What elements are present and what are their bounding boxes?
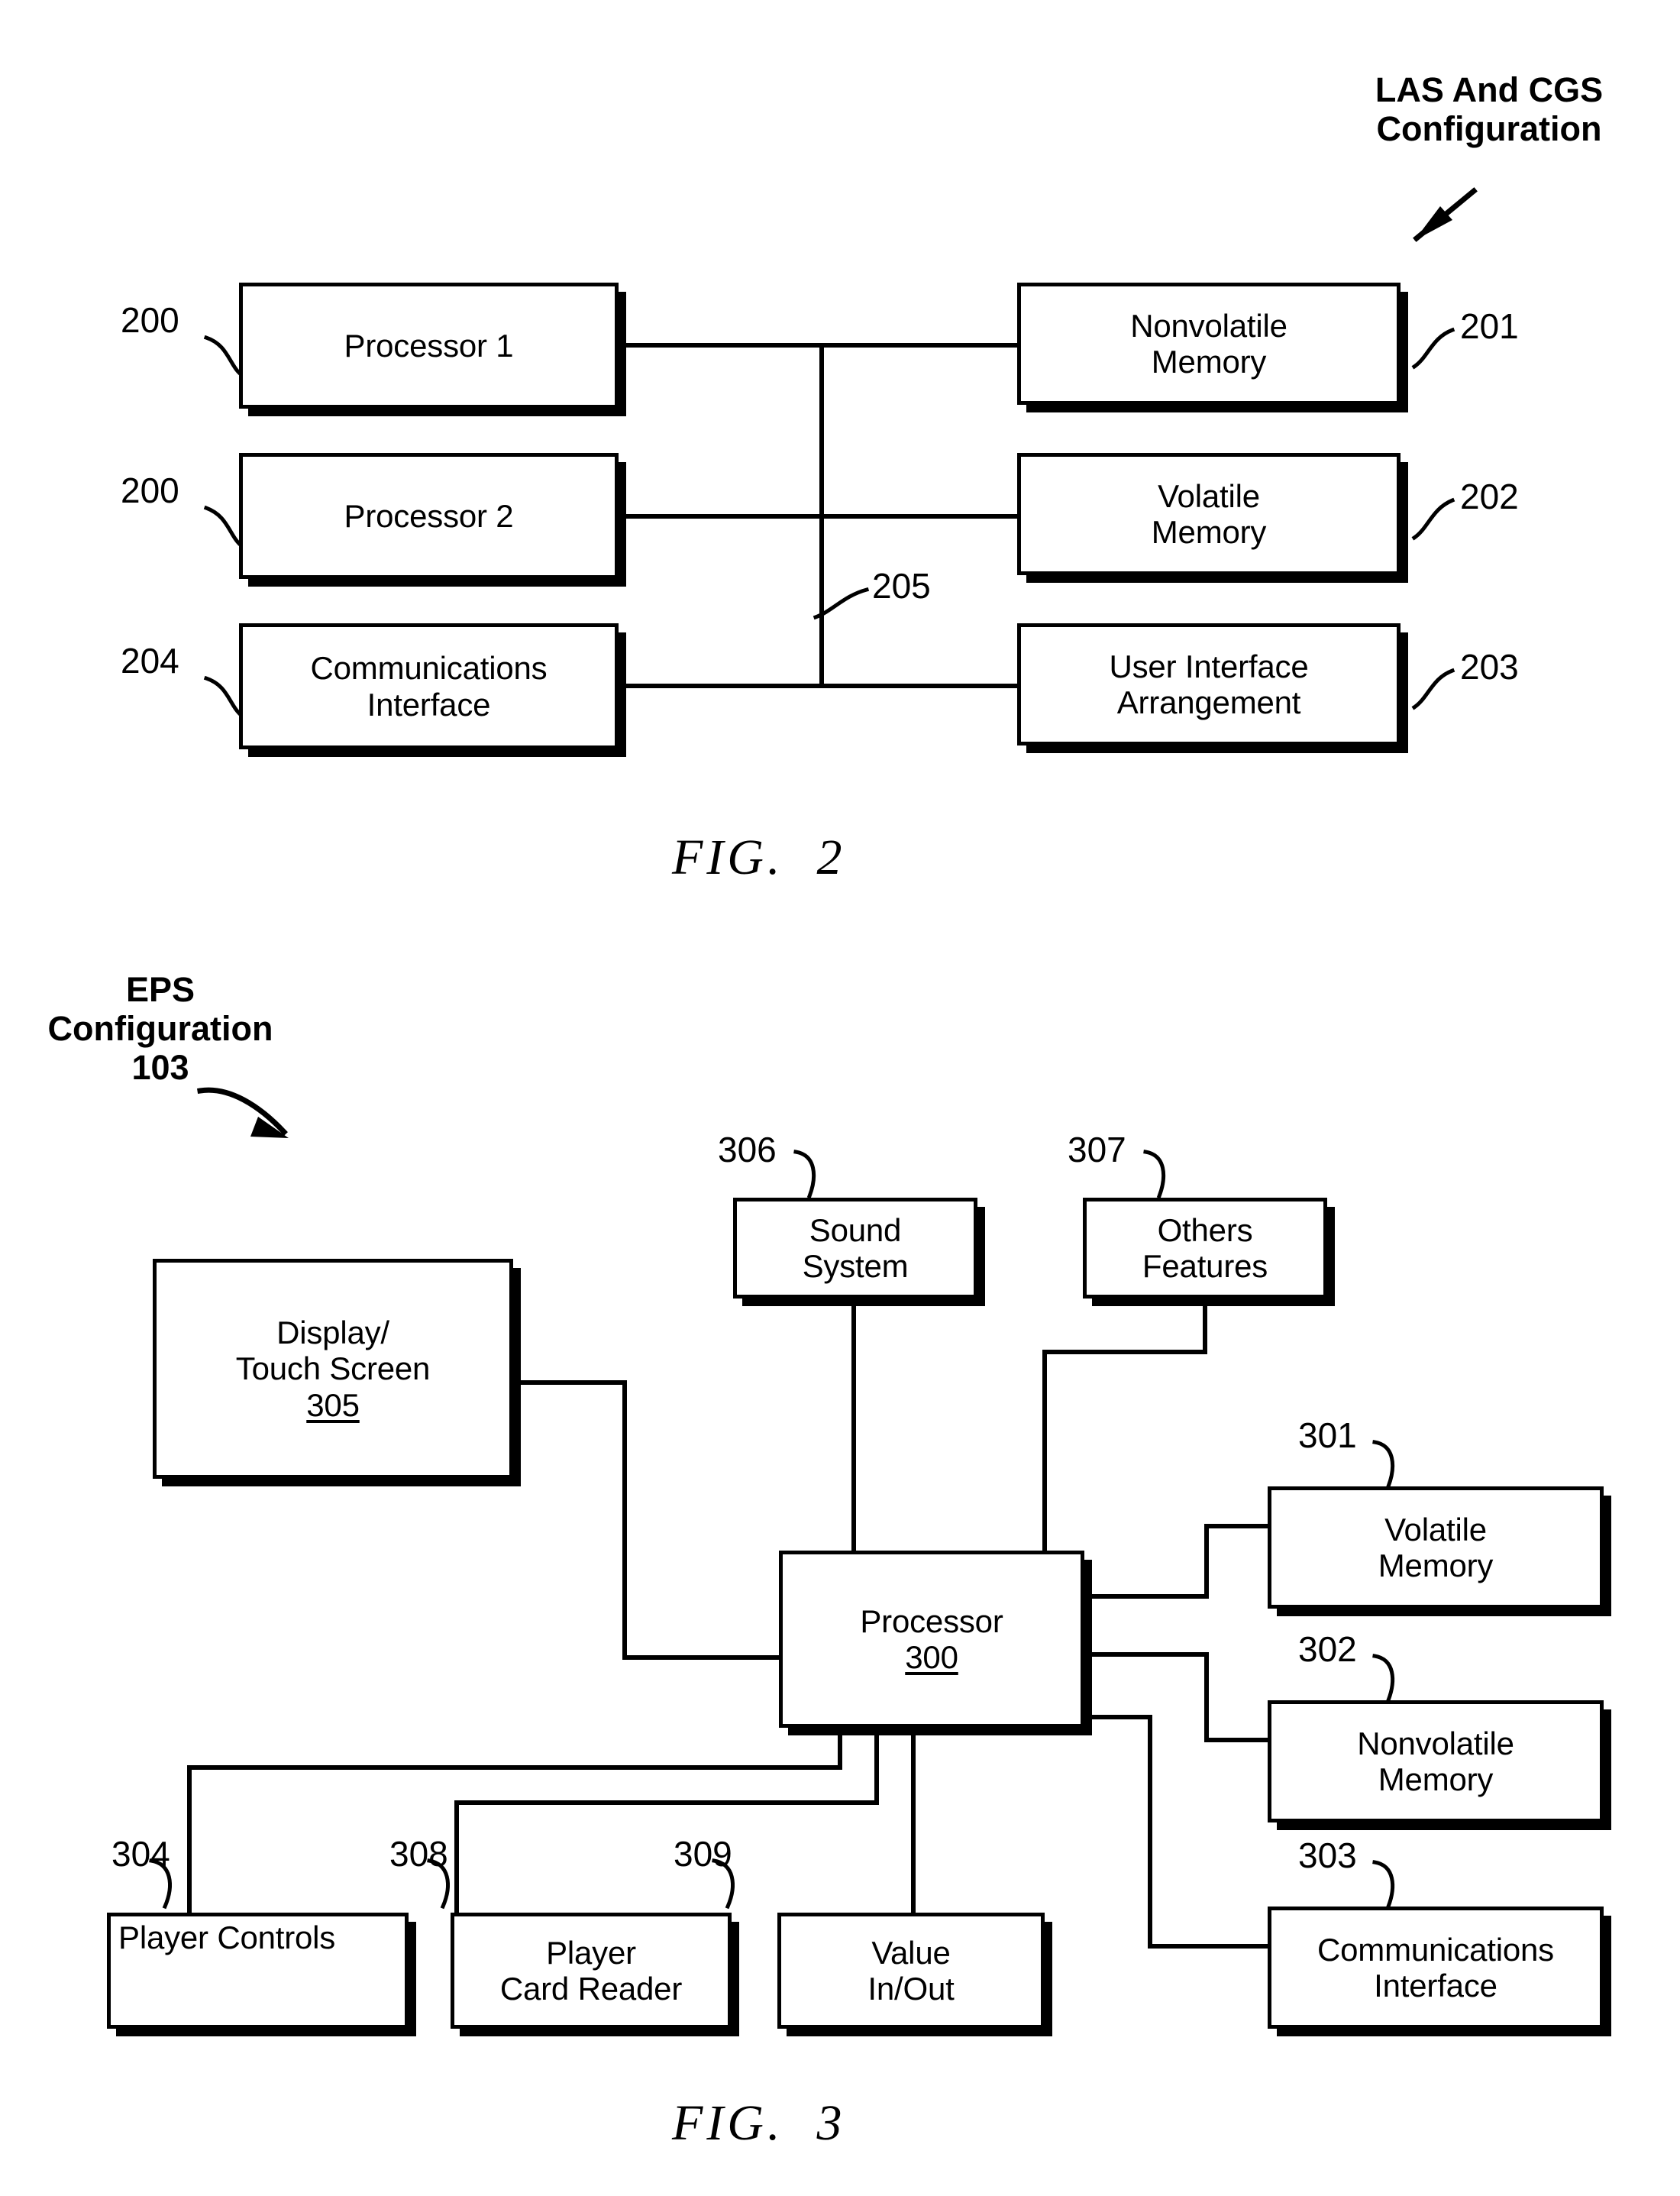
node-sound-system-label: Sound System [802, 1211, 909, 1284]
node-display-touch-screen: Display/ Touch Screen 305 [153, 1259, 513, 1479]
arrow-eps-config [196, 1087, 289, 1138]
node-processor-2-label: Processor 2 [344, 497, 514, 534]
leader-301 [1372, 1440, 1394, 1489]
node-volatile-memory-fig3: Volatile Memory [1268, 1486, 1604, 1609]
refnum-306: 306 [718, 1130, 777, 1169]
refnum-309: 309 [674, 1834, 732, 1874]
node-volatile-memory-fig2: Volatile Memory [1017, 453, 1401, 575]
node-player-controls-label: Player Controls [118, 1919, 336, 1955]
refnum-307: 307 [1068, 1130, 1126, 1169]
refnum-205-bus: 205 [872, 566, 931, 606]
callout-las-cgs-configuration: LAS And CGS Configuration [1375, 70, 1604, 149]
wire-display-to-processor [511, 1380, 781, 1660]
node-value-in-out: Value In/Out [777, 1913, 1045, 2029]
patent-figure-sheet: LAS And CGS Configuration Processor 1 20… [0, 0, 1680, 2196]
node-processor-1-label: Processor 1 [344, 327, 514, 364]
leader-203 [1411, 668, 1455, 710]
node-communications-interface-fig3: Communications Interface [1268, 1907, 1604, 2029]
refnum-308: 308 [389, 1834, 448, 1874]
node-sound-system: Sound System [733, 1198, 977, 1299]
leader-306 [793, 1150, 816, 1199]
leader-202 [1411, 497, 1455, 541]
node-nonvolatile-memory-fig2-label: Nonvolatile Memory [1130, 307, 1287, 380]
node-others-features: Others Features [1083, 1198, 1327, 1299]
leader-201 [1411, 327, 1455, 370]
refnum-301: 301 [1298, 1415, 1357, 1455]
arrow-las-cgs [1413, 187, 1478, 242]
callout-eps-configuration: EPS Configuration [47, 970, 273, 1049]
leader-200-a [203, 335, 246, 379]
node-display-touch-screen-label: Display/ Touch Screen [235, 1315, 431, 1387]
node-processor-300-ref: 300 [905, 1639, 958, 1675]
node-value-in-out-label: Value In/Out [867, 1934, 955, 2007]
refnum-204: 204 [121, 641, 179, 681]
leader-200-b [203, 505, 246, 550]
refnum-302: 302 [1298, 1629, 1357, 1669]
node-user-interface-arrangement-label: User Interface Arrangement [1109, 648, 1309, 720]
refnum-303: 303 [1298, 1835, 1357, 1875]
node-nonvolatile-memory-fig2: Nonvolatile Memory [1017, 283, 1401, 405]
wire-processor-to-cardreader [454, 1725, 879, 1915]
node-player-card-reader-label: Player Card Reader [499, 1934, 683, 2007]
wire-processor-to-volatile [1082, 1524, 1270, 1599]
node-nonvolatile-memory-fig3: Nonvolatile Memory [1268, 1700, 1604, 1822]
node-player-controls: Player Controls [107, 1913, 409, 2029]
figure-caption-3: FIG. 3 [672, 2095, 846, 2151]
node-processor-300-label: Processor [860, 1603, 1003, 1639]
wire-processor-to-nonvolatile [1082, 1652, 1270, 1742]
node-nonvolatile-memory-fig3-label: Nonvolatile Memory [1357, 1725, 1514, 1797]
node-communications-interface-fig2: Communications Interface [239, 623, 619, 749]
leader-302 [1372, 1654, 1394, 1703]
refnum-203: 203 [1460, 647, 1519, 687]
node-processor-2: Processor 2 [239, 453, 619, 579]
node-user-interface-arrangement: User Interface Arrangement [1017, 623, 1401, 745]
node-communications-interface-fig2-label: Communications Interface [310, 650, 548, 723]
node-others-features-label: Others Features [1142, 1211, 1268, 1284]
leader-204 [203, 675, 246, 720]
node-volatile-memory-fig3-label: Volatile Memory [1378, 1511, 1494, 1583]
refnum-202: 202 [1460, 477, 1519, 516]
figure-caption-2: FIG. 2 [672, 830, 846, 885]
leader-303 [1372, 1860, 1394, 1910]
refnum-200-processor-2: 200 [121, 471, 179, 510]
node-processor-1: Processor 1 [239, 283, 619, 409]
callout-eps-configuration-ref: 103 [131, 1048, 189, 1087]
node-volatile-memory-fig2-label: Volatile Memory [1151, 477, 1267, 550]
leader-307 [1143, 1150, 1165, 1199]
wire-others-to-processor [1042, 1296, 1207, 1553]
refnum-201: 201 [1460, 306, 1519, 346]
leader-205 [813, 587, 870, 620]
wire-processor-to-comms [1082, 1715, 1270, 1949]
wire-processor-to-playercontrols [187, 1725, 842, 1915]
refnum-200-processor-1: 200 [121, 300, 179, 340]
node-processor-300: Processor 300 [779, 1551, 1084, 1728]
refnum-304: 304 [111, 1834, 170, 1874]
node-communications-interface-fig3-label: Communications Interface [1317, 1931, 1554, 2004]
node-display-touch-screen-ref: 305 [306, 1386, 360, 1423]
node-player-card-reader: Player Card Reader [451, 1913, 732, 2029]
